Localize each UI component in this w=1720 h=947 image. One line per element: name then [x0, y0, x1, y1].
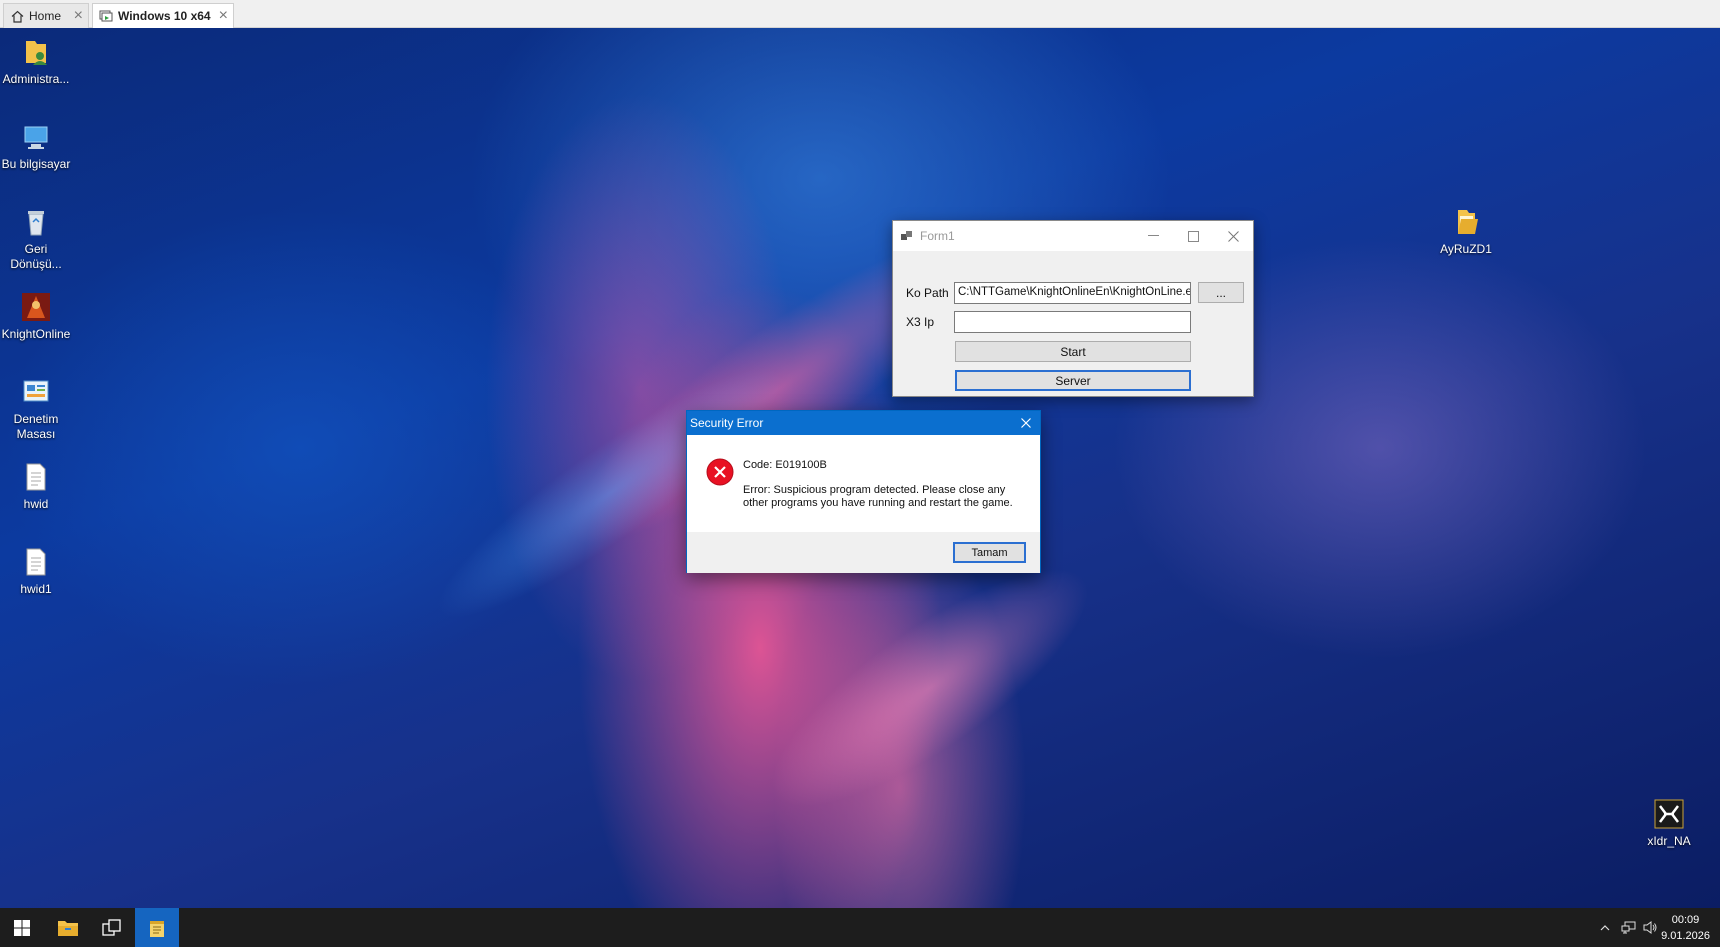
folder-icon: [1450, 206, 1482, 238]
tab-home-label: Home: [29, 9, 62, 23]
taskbar: 00:09 9.01.2026: [0, 908, 1720, 947]
desktop-icon-knightonline[interactable]: KnightOnline: [0, 291, 72, 342]
vm-tab-bar: Home × Windows 10 x64 ×: [0, 0, 1720, 28]
vm-icon: [99, 9, 113, 23]
close-icon: [1227, 230, 1239, 242]
maximize-button[interactable]: [1173, 221, 1213, 251]
home-icon: [10, 9, 24, 23]
dialog-titlebar[interactable]: Security Error: [687, 411, 1040, 435]
text-file-icon: [20, 546, 52, 578]
x3-ip-label: X3 Ip: [906, 315, 935, 329]
chevron-up-icon[interactable]: [1593, 924, 1617, 931]
close-icon[interactable]: ×: [219, 8, 228, 24]
start-button[interactable]: [0, 908, 44, 947]
recycle-bin-icon: [20, 206, 52, 238]
desktop-icon-ayruzd1[interactable]: AyRuZD1: [1428, 206, 1504, 257]
clock-date: 9.01.2026: [1661, 930, 1710, 942]
task-view-button[interactable]: [90, 908, 134, 947]
start-button[interactable]: Start: [955, 341, 1191, 362]
dialog-body: Code: E019100B Error: Suspicious program…: [687, 435, 1040, 532]
close-button[interactable]: [1213, 221, 1253, 251]
file-explorer-button[interactable]: [46, 908, 90, 947]
folder-icon: [58, 920, 78, 936]
desktop-icon-this-pc[interactable]: Bu bilgisayar: [0, 121, 72, 172]
desktop-icon-hwid[interactable]: hwid: [0, 461, 72, 512]
form1-titlebar[interactable]: Form1: [893, 221, 1253, 251]
text-file-icon: [20, 461, 52, 493]
minimize-button[interactable]: [1133, 221, 1173, 251]
dialog-footer: Tamam: [687, 532, 1040, 573]
error-code: Code: E019100B: [743, 459, 827, 471]
form-app-icon: [900, 229, 914, 243]
x3-ip-input[interactable]: [954, 311, 1191, 333]
browse-button[interactable]: ...: [1198, 282, 1244, 303]
desktop-icon-hwid1[interactable]: hwid1: [0, 546, 72, 597]
task-view-icon: [102, 918, 121, 936]
knightonline-icon: [20, 291, 52, 323]
tab-vm-label: Windows 10 x64: [118, 9, 211, 23]
desktop-icon-control-panel[interactable]: Denetim Masası: [0, 376, 72, 442]
clock-time: 00:09: [1671, 914, 1700, 926]
server-button[interactable]: Server: [955, 370, 1191, 391]
computer-icon: [20, 121, 52, 153]
taskbar-clock[interactable]: 00:09 9.01.2026: [1661, 912, 1710, 944]
error-message: Error: Suspicious program detected. Plea…: [743, 484, 1013, 509]
app-icon: [1653, 798, 1685, 830]
security-error-dialog: Security Error Code: E019100B Error: Sus…: [686, 410, 1041, 573]
notepad-icon: [150, 920, 164, 937]
close-icon[interactable]: ×: [74, 8, 83, 24]
tab-home[interactable]: Home ×: [3, 3, 89, 28]
tab-windows-10-x64[interactable]: Windows 10 x64 ×: [92, 3, 234, 28]
windows-icon: [14, 919, 30, 936]
user-folder-icon: [20, 36, 52, 68]
system-tray: [1593, 908, 1661, 947]
dialog-title: Security Error: [690, 416, 764, 430]
control-panel-icon: [20, 376, 52, 408]
form1-title: Form1: [920, 229, 955, 243]
desktop-icon-xidr-na[interactable]: xIdr_NA: [1633, 798, 1705, 849]
dialog-close-button[interactable]: [1012, 411, 1040, 435]
taskbar-app-form1[interactable]: [135, 908, 179, 947]
close-icon: [1021, 418, 1031, 428]
ko-path-label: Ko Path: [906, 286, 949, 300]
ok-button[interactable]: Tamam: [953, 542, 1026, 563]
ko-path-input[interactable]: C:\NTTGame\KnightOnlineEn\KnightOnLine.e…: [954, 282, 1191, 304]
form1-window: Form1 Ko Path C:\NTTGame\KnightOnlineEn\…: [892, 220, 1254, 397]
network-icon[interactable]: [1617, 921, 1639, 934]
error-icon: [706, 458, 734, 486]
desktop-icon-recycle-bin[interactable]: Geri Dönüşü...: [0, 206, 72, 272]
desktop-icon-administrator[interactable]: Administra...: [0, 36, 72, 87]
volume-icon[interactable]: [1639, 921, 1661, 934]
